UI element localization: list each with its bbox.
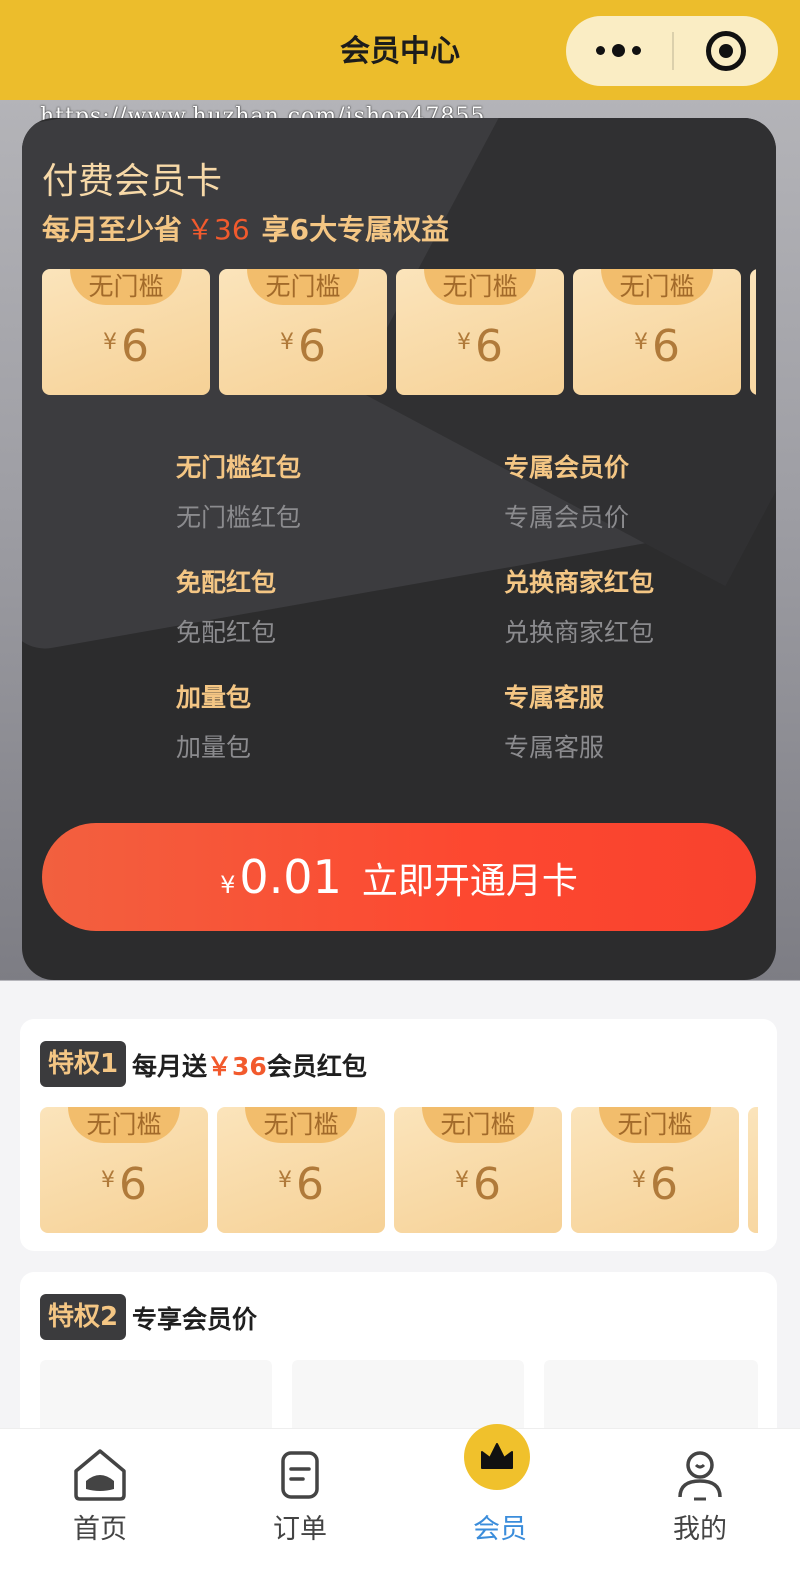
open-monthly-card-button[interactable]: ¥0.01 立即开通月卡 [42,823,756,931]
benefit-item: 无门槛红包 无门槛红包 [176,453,302,532]
tab-label: 订单 [273,1514,327,1545]
privilege-badge: 特权1 [40,1041,127,1087]
benefit-item: 加量包 加量包 [176,683,252,762]
coupon-tag: 无门槛 [68,1107,180,1143]
cta-label: 立即开通月卡 [361,861,578,902]
coupon-card[interactable]: 无门槛 ¥6 [219,269,387,395]
bottom-tab-bar: 首页 订单 会员 我的 [0,1424,800,1573]
coupon-row[interactable]: 无门槛 ¥6 无门槛 ¥6 无门槛 ¥6 无门槛 ¥6 [40,1107,758,1235]
coupon-card[interactable]: 无门槛 ¥6 [394,1107,562,1233]
coupon-card-partial[interactable] [750,269,756,395]
tab-label: 首页 [73,1514,127,1545]
privilege-section-2: 特权2 专享会员价 [20,1272,777,1442]
benefit-item: 专属会员价 专属会员价 [504,453,630,532]
user-icon [678,1451,722,1501]
mini-program-capsule [566,16,778,86]
privilege-title: 每月送￥36会员红包 [132,1052,367,1081]
coupon-value: ¥6 [634,321,680,372]
coupon-value: ¥6 [278,1159,324,1210]
coupon-tag: 无门槛 [599,1107,711,1143]
coupon-card[interactable]: 无门槛 ¥6 [42,269,210,395]
coupon-row[interactable]: 无门槛 ¥6 无门槛 ¥6 无门槛 ¥6 无门槛 ¥6 [42,269,756,397]
coupon-value: ¥6 [455,1159,501,1210]
coupon-card[interactable]: 无门槛 ¥6 [573,269,741,395]
coupon-value: ¥6 [101,1159,147,1210]
privilege-title: 专享会员价 [132,1305,258,1334]
subtitle-amount: ￥36 [186,213,250,246]
coupon-tag: 无门槛 [245,1107,357,1143]
benefit-item: 兑换商家红包 兑换商家红包 [504,568,655,647]
order-icon [281,1451,319,1499]
more-icon[interactable] [596,44,644,58]
vip-card: 付费会员卡 每月至少省 ￥36 享6大专属权益 无门槛 ¥6 无门槛 ¥6 无门槛 … [22,118,776,980]
card-subtitle: 每月至少省 ￥36 享6大专属权益 [42,208,449,248]
coupon-card[interactable]: 无门槛 ¥6 [396,269,564,395]
tab-label: 会员 [473,1514,527,1545]
tab-label: 我的 [673,1514,727,1545]
tab-home[interactable]: 首页 [0,1429,200,1573]
privilege-badge: 特权2 [40,1294,127,1340]
home-icon [74,1449,126,1501]
coupon-value: ¥6 [280,321,326,372]
close-target-icon[interactable] [706,31,746,71]
tab-orders[interactable]: 订单 [200,1429,400,1573]
crown-icon [481,1443,513,1469]
coupon-card-partial[interactable] [748,1107,758,1233]
benefit-item: 专属客服 专属客服 [504,683,605,762]
subtitle-prefix: 每月至少省 [42,213,183,246]
coupon-value: ¥6 [457,321,503,372]
privilege-section-1: 特权1 每月送￥36会员红包 无门槛 ¥6 无门槛 ¥6 无门槛 ¥6 无门槛 … [20,1019,777,1251]
vip-tab-bubble [464,1424,530,1490]
coupon-card[interactable]: 无门槛 ¥6 [40,1107,208,1233]
coupon-tag: 无门槛 [422,1107,534,1143]
coupon-tag: 无门槛 [601,269,713,305]
benefit-item: 免配红包 免配红包 [176,568,277,647]
subtitle-suffix: 享6大专属权益 [261,213,450,246]
coupon-value: ¥6 [632,1159,678,1210]
coupon-value: ¥6 [103,321,149,372]
coupon-card[interactable]: 无门槛 ¥6 [217,1107,385,1233]
coupon-tag: 无门槛 [424,269,536,305]
card-title: 付费会员卡 [42,161,223,202]
coupon-tag: 无门槛 [247,269,359,305]
tab-mine[interactable]: 我的 [600,1429,800,1573]
cta-price: 0.01 [239,850,342,904]
capsule-divider [672,32,674,70]
tab-vip[interactable]: 会员 [400,1424,600,1573]
top-header: 会员中心 [0,0,800,100]
coupon-card[interactable]: 无门槛 ¥6 [571,1107,739,1233]
cta-currency: ¥ [220,871,236,899]
coupon-tag: 无门槛 [70,269,182,305]
